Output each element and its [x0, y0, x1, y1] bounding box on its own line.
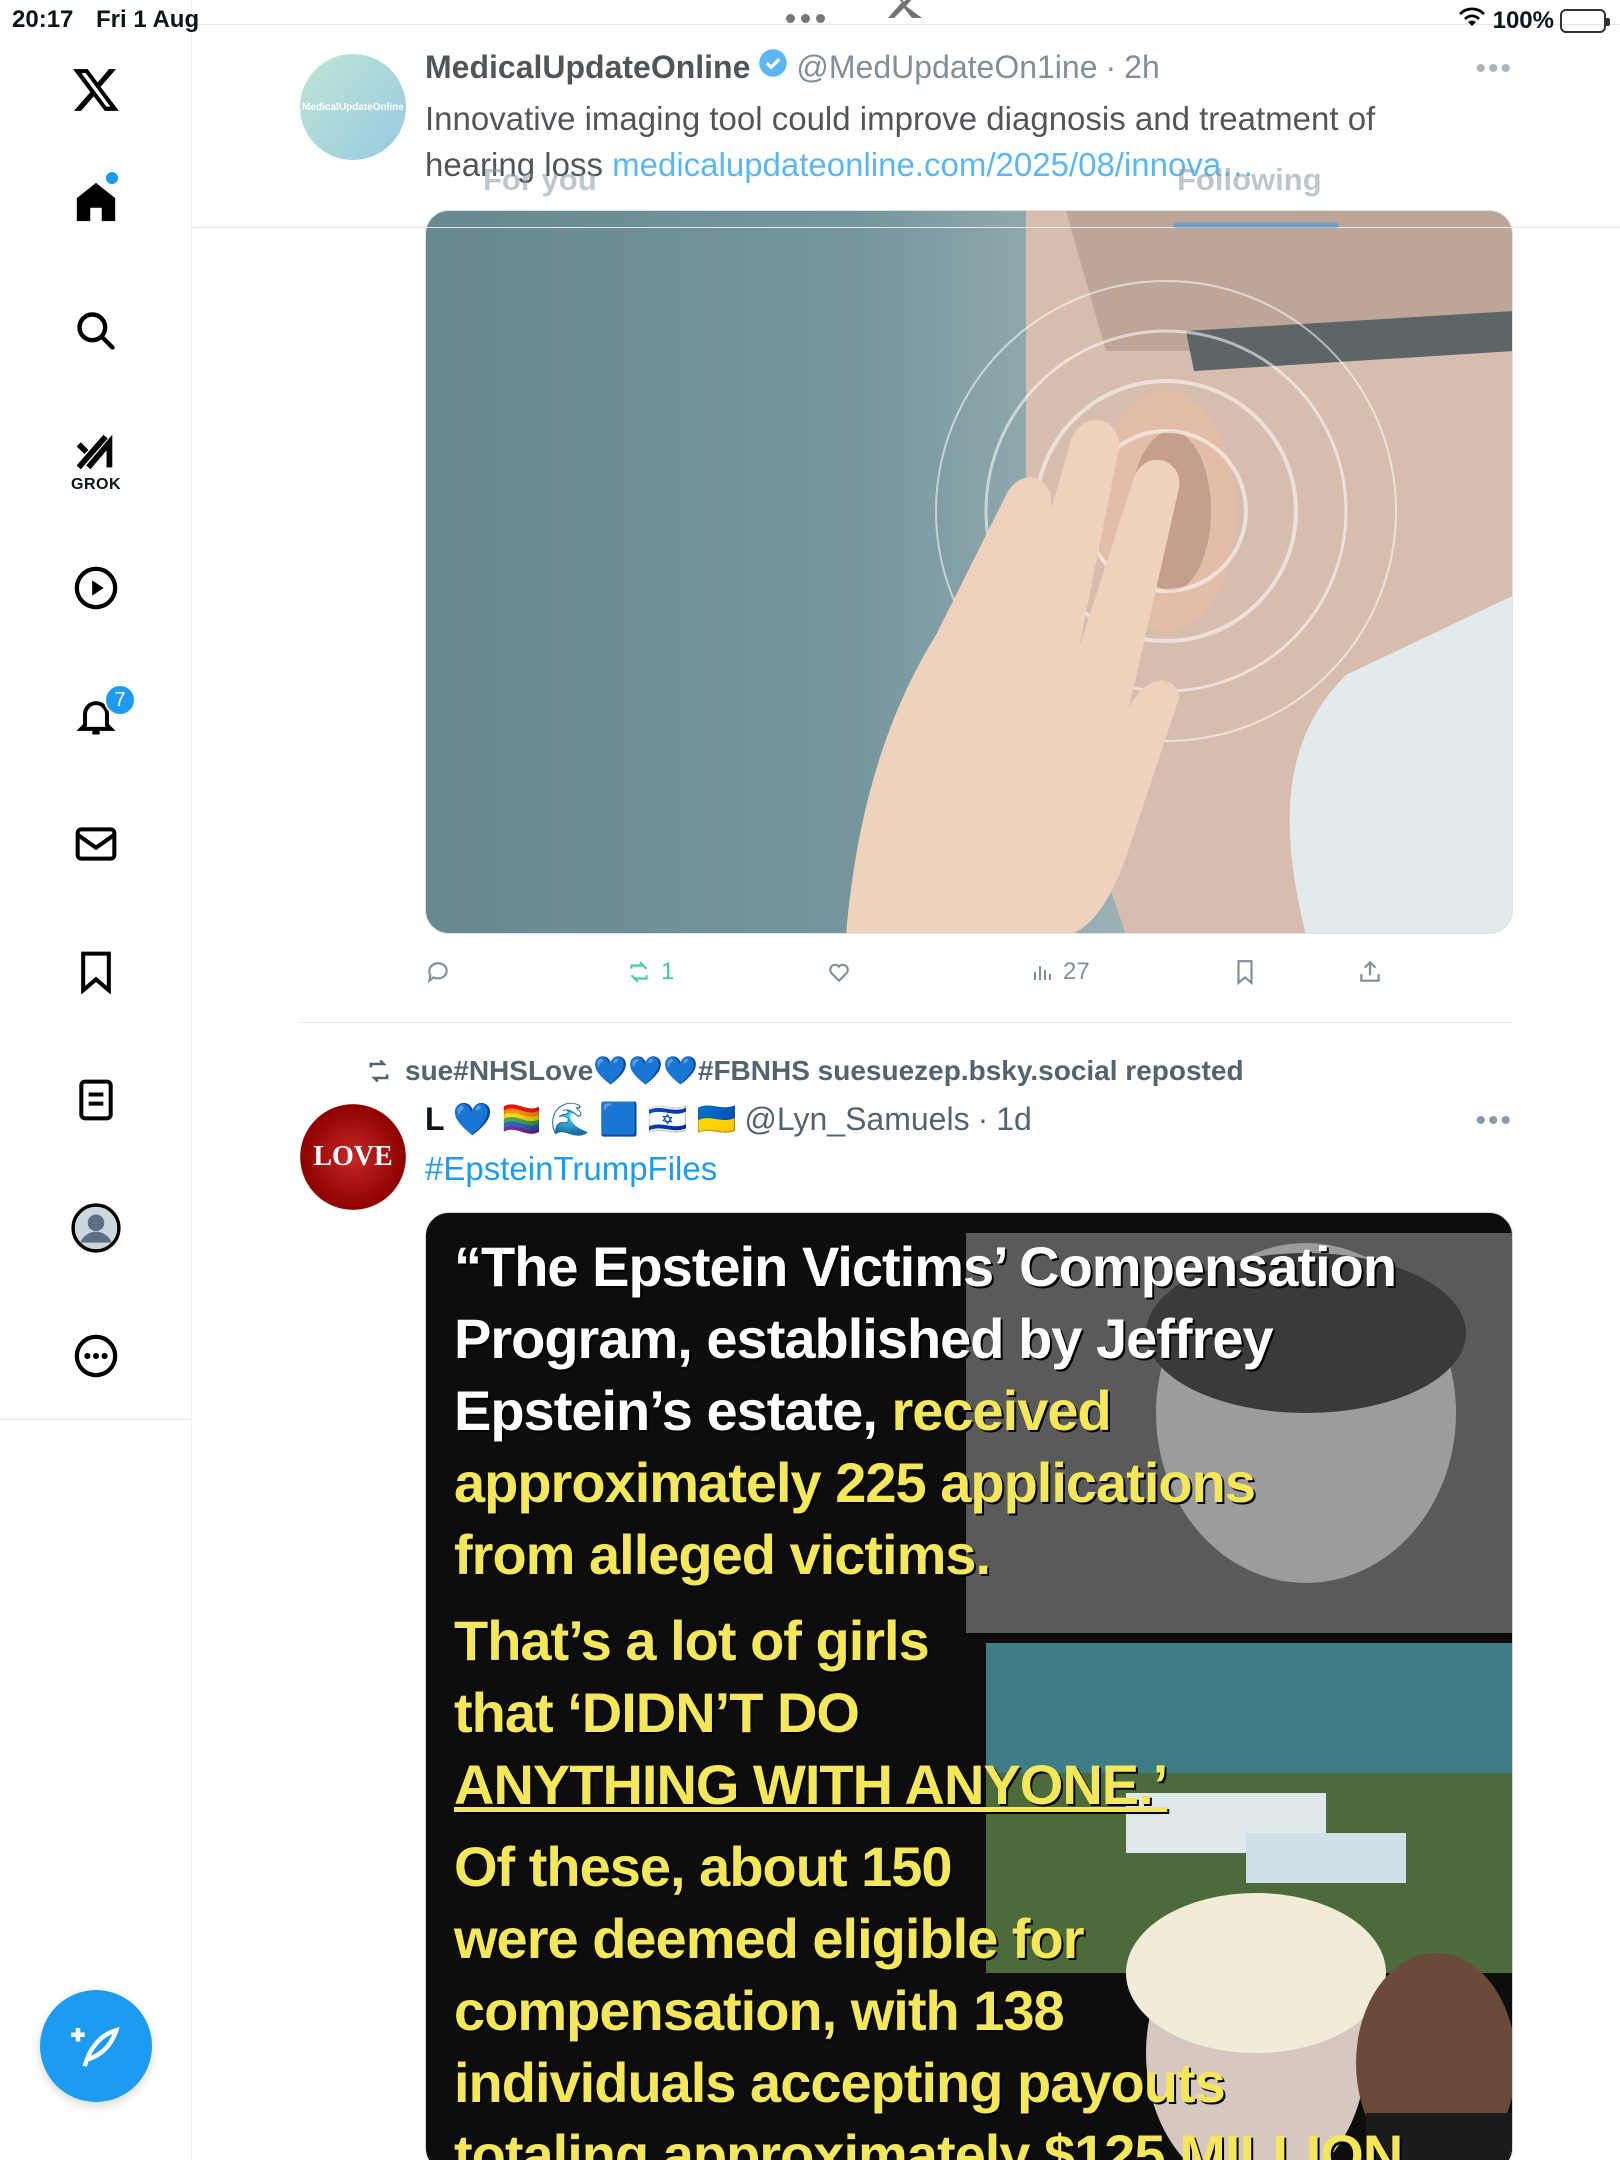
status-time: 20:17	[12, 6, 74, 33]
profile-avatar-icon[interactable]	[64, 1196, 128, 1260]
post-text: #EpsteinTrumpFiles	[425, 1146, 1485, 1192]
repost-context[interactable]: sue#NHSLove💙💙💙#FBNHS suesuezep.bsky.soci…	[363, 1054, 1244, 1087]
repost-icon	[630, 961, 648, 983]
verified-badge-icon	[758, 48, 788, 86]
heart-icon	[829, 963, 849, 983]
meme-line: totaling approximately $125 MILLION	[454, 2123, 1403, 2160]
like-button[interactable]	[825, 959, 861, 985]
meme-line: compensation, with 138	[454, 1979, 1065, 2042]
repost-count: 1	[661, 958, 675, 985]
bookmark-button[interactable]	[1233, 959, 1257, 985]
post-divider	[300, 1022, 1513, 1023]
view-count: 27	[1063, 958, 1090, 985]
multitask-dots[interactable]	[786, 0, 834, 36]
reply-button[interactable]	[425, 959, 459, 985]
avatar-text: MedicalUpdateOnline	[302, 101, 404, 113]
post-hashtag[interactable]: #EpsteinTrumpFiles	[425, 1150, 717, 1187]
meme-line: were deemed eligible for	[454, 1907, 1085, 1970]
post-time[interactable]: 2h	[1124, 49, 1160, 86]
meme-text-block: “The Epstein Victims’ Compensation Progr…	[454, 1231, 1454, 2160]
meme-line: approximately 225 applications	[454, 1451, 1256, 1514]
grok-label: GROK	[71, 476, 121, 493]
meme-line: Program, established by Jeffrey	[454, 1307, 1274, 1370]
meme-line: that ‘DIDN’T DO	[454, 1681, 860, 1744]
meme-line: from alleged victims.	[454, 1523, 991, 1586]
home-timeline[interactable]: For you Following MedicalUpdateOnline Me…	[193, 0, 1620, 2160]
views-button[interactable]: 27	[1031, 958, 1090, 986]
compose-post-button[interactable]	[40, 1990, 152, 2102]
sidebar: GROK 7	[0, 0, 192, 2160]
author-name[interactable]: MedicalUpdateOnline	[425, 49, 750, 86]
post-link[interactable]: medicalupdateonline.com/2025/08/innova…	[612, 146, 1254, 183]
meme-line: ANYTHING WITH ANYONE.’	[454, 1753, 1168, 1816]
reposted-by-text: sue#NHSLove💙💙💙#FBNHS suesuezep.bsky.soci…	[405, 1055, 1244, 1086]
post-image-meme[interactable]: “The Epstein Victims’ Compensation Progr…	[425, 1212, 1513, 2160]
battery-icon	[1560, 8, 1610, 33]
status-right: 100%	[1457, 6, 1610, 35]
share-button[interactable]	[1357, 959, 1383, 985]
post-lyn-samuels[interactable]: LOVE L 💙 🏳️‍🌈 🌊 🟦 🇮🇱 🇺🇦 @Lyn_Samuels · 1…	[300, 1100, 1513, 2160]
repost-context-icon	[369, 1059, 389, 1082]
ear-photo-illustration	[846, 211, 1512, 933]
video-play-icon[interactable]	[64, 556, 128, 620]
reply-icon	[427, 962, 448, 984]
post-header: L 💙 🏳️‍🌈 🌊 🟦 🇮🇱 🇺🇦 @Lyn_Samuels · 1d	[425, 1100, 1032, 1138]
grok-icon[interactable]	[64, 420, 128, 484]
avatar[interactable]: LOVE	[300, 1104, 406, 1210]
post-medicalupdateonline[interactable]: MedicalUpdateOnline MedicalUpdateOnline …	[300, 0, 1513, 1020]
post-image-ear[interactable]	[425, 210, 1513, 934]
share-icon	[1360, 960, 1380, 982]
bookmark-icon	[1237, 960, 1253, 985]
lists-icon[interactable]	[64, 1068, 128, 1132]
status-date: Fri 1 Aug	[96, 6, 200, 33]
repost-button[interactable]: 1	[625, 958, 674, 986]
avatar[interactable]: MedicalUpdateOnline	[300, 54, 406, 160]
post-more-menu-icon[interactable]: •••	[1475, 52, 1513, 86]
meme-line: That’s a lot of girls	[454, 1609, 930, 1672]
header-separator: ·	[1105, 48, 1117, 85]
author-handle[interactable]: @Lyn_Samuels	[744, 1101, 969, 1138]
post-header: MedicalUpdateOnline @MedUpdateOn1ine · 2…	[425, 48, 1160, 86]
avatar-text: LOVE	[313, 1141, 393, 1172]
post-text: Innovative imaging tool could improve di…	[425, 96, 1485, 188]
more-options-icon[interactable]	[64, 1324, 128, 1388]
notifications-badge: 7	[104, 684, 136, 716]
home-unread-dot	[106, 172, 118, 184]
bookmarks-icon[interactable]	[64, 940, 128, 1004]
meme-line: “The Epstein Victims’ Compensation	[454, 1235, 1397, 1298]
meme-line: Epstein’s estate, received	[454, 1379, 1112, 1442]
post-more-menu-icon[interactable]: •••	[1475, 1104, 1513, 1138]
x-logo-header-icon	[880, 0, 932, 23]
search-icon[interactable]	[64, 299, 128, 363]
wifi-icon	[1457, 6, 1487, 35]
x-logo-icon[interactable]	[64, 58, 128, 122]
header-separator: ·	[977, 1100, 989, 1137]
meme-line: individuals accepting payouts	[454, 2051, 1226, 2114]
meme-line: Of these, about 150	[454, 1835, 953, 1898]
post-time[interactable]: 1d	[996, 1101, 1032, 1138]
sidebar-divider	[0, 1419, 192, 1420]
messages-mail-icon[interactable]	[64, 812, 128, 876]
post-action-bar: 1 27	[425, 950, 1485, 994]
author-name[interactable]: L 💙 🏳️‍🌈 🌊 🟦 🇮🇱 🇺🇦	[425, 1100, 736, 1138]
battery-percent: 100%	[1492, 6, 1554, 34]
author-handle[interactable]: @MedUpdateOn1ine	[796, 49, 1097, 86]
home-icon[interactable]	[64, 170, 128, 234]
views-chart-icon	[1034, 966, 1051, 980]
